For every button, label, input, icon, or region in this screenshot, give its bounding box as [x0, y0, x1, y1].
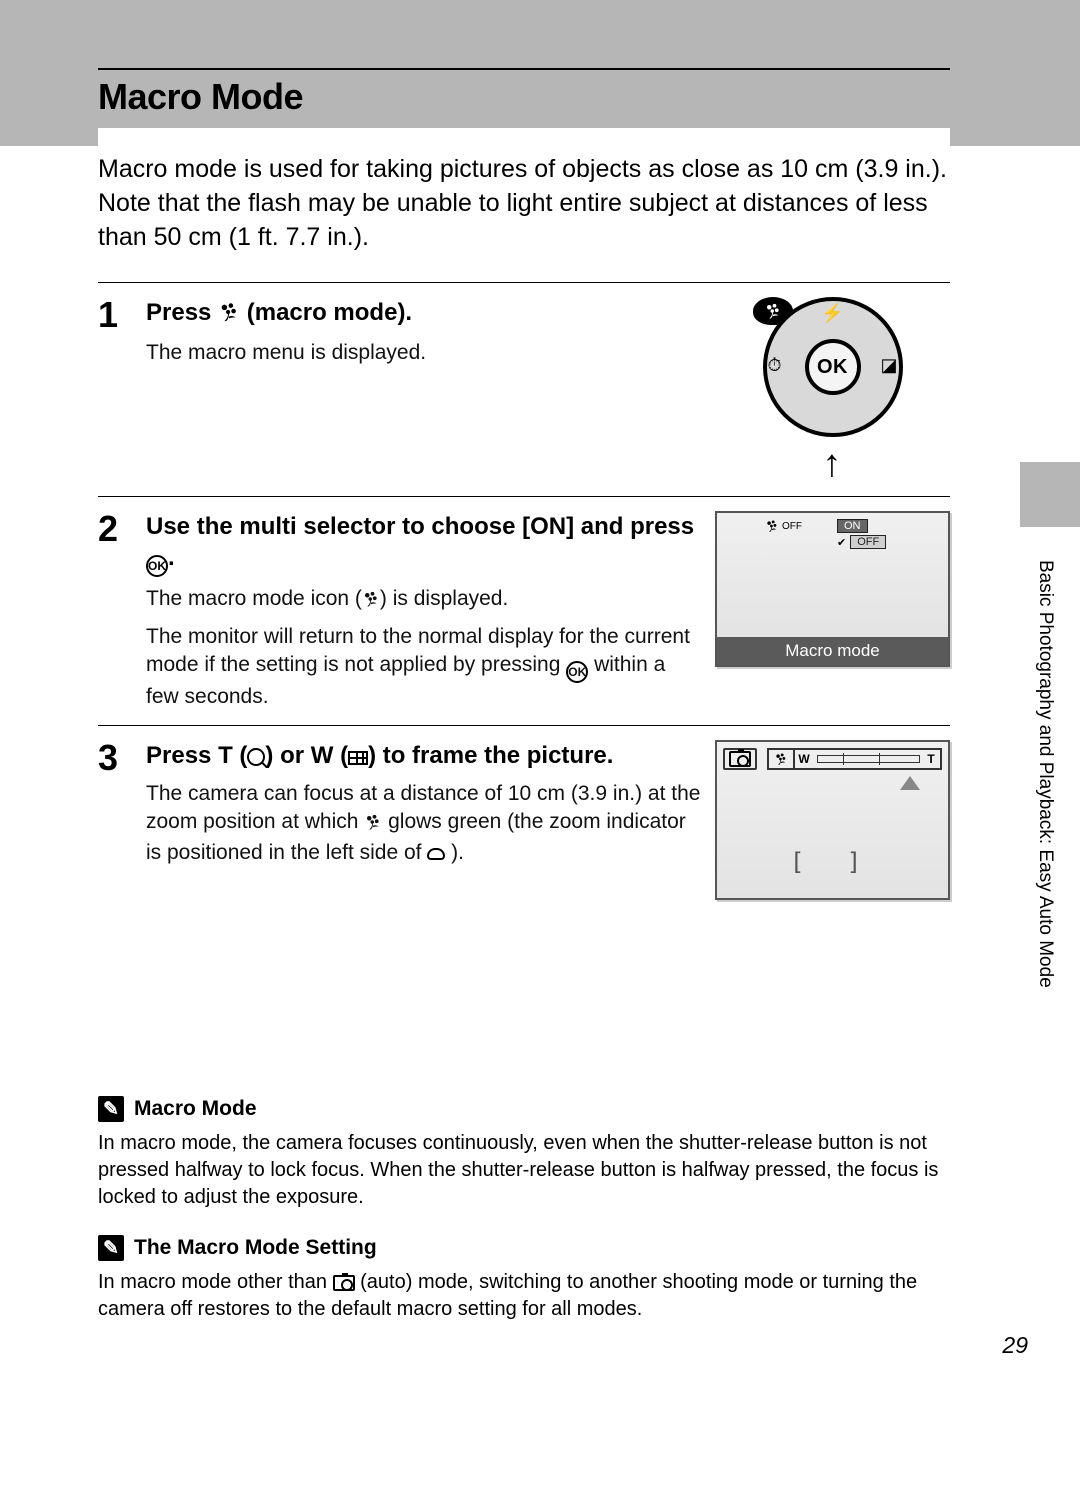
note: ✎ Macro Mode In macro mode, the camera f…: [98, 1096, 950, 1211]
note-body-text: In macro mode other than: [98, 1271, 333, 1293]
step-title: Press (macro mode).: [146, 297, 703, 331]
section-side-label: Basic Photography and Playback: Easy Aut…: [1034, 560, 1056, 988]
camera-icon: [333, 1275, 355, 1291]
macro-off-indicator: OFF: [765, 519, 802, 533]
exposure-comp-icon: ◪: [880, 355, 897, 376]
note-body: In macro mode other than (auto) mode, sw…: [98, 1269, 950, 1323]
step-title-text: (: [340, 742, 348, 769]
pencil-icon: ✎: [98, 1096, 124, 1122]
zoom-threshold-icon: [427, 848, 445, 860]
note-body: In macro mode, the camera focuses contin…: [98, 1130, 950, 1211]
option-on: ON: [837, 519, 868, 533]
step: 1 Press (macro mode). The macro menu is …: [98, 282, 950, 496]
zoom-w-label: W: [795, 752, 813, 766]
step-title-text: Use the multi selector to choose [ON] an…: [146, 513, 694, 540]
step-description: The macro mode icon () is displayed. The…: [146, 585, 703, 711]
zoom-t-label: T: [218, 742, 233, 769]
note-title-text: Macro Mode: [134, 1097, 257, 1121]
section-title-rule: Macro Mode: [98, 68, 950, 128]
lcd-caption: Macro mode: [717, 637, 948, 665]
lcd-panel-macro-menu: OFF ON ✔ OFF Macro mode: [715, 511, 950, 667]
step-body: Press (macro mode). The macro menu is di…: [146, 297, 715, 482]
pencil-icon: ✎: [98, 1235, 124, 1261]
step-body: Press T ( ) or W ( ) to frame the picture.…: [146, 740, 715, 900]
step-title: Press T ( ) or W ( ) to frame the picture.: [146, 740, 703, 771]
zoom-w-label: W: [311, 742, 334, 769]
ok-icon: OK: [146, 555, 168, 577]
step-title-text: Press: [146, 299, 218, 326]
step-title-text: .: [168, 544, 175, 571]
zoom-t-label: T: [924, 752, 938, 766]
page-content: Macro Mode Macro mode is used for taking…: [98, 68, 950, 914]
note-title: ✎ Macro Mode: [98, 1096, 950, 1122]
macro-icon: [218, 300, 240, 331]
thumb-tab: [1020, 462, 1080, 527]
zoom-indicator-bar: W T: [767, 748, 942, 770]
macro-icon: [364, 811, 382, 839]
up-arrow-icon: ↑: [823, 445, 842, 483]
ok-icon: OK: [566, 661, 588, 683]
note: ✎ The Macro Mode Setting In macro mode o…: [98, 1235, 950, 1323]
step-title: Use the multi selector to choose [ON] an…: [146, 511, 703, 577]
notes-section: ✎ Macro Mode In macro mode, the camera f…: [98, 1096, 950, 1347]
thumbnail-icon: [348, 751, 368, 765]
step-body: Use the multi selector to choose [ON] an…: [146, 511, 715, 711]
self-timer-icon: ⏱: [768, 355, 782, 376]
step-title-text: Press: [146, 742, 218, 769]
focus-brackets: [ ]: [717, 848, 948, 876]
lcd-panel-zoom: W T [ ]: [715, 740, 950, 900]
page-number: 29: [1002, 1332, 1028, 1359]
step-title-text: (: [239, 742, 247, 769]
step-desc-line: The camera can focus at a distance of 10…: [146, 780, 703, 868]
multi-selector-dial: ⚡ ⏱ ◪ OK ↑: [753, 297, 913, 482]
step: 3 Press T ( ) or W ( ) to frame the pictur…: [98, 725, 950, 914]
step-figure: OFF ON ✔ OFF Macro mode: [715, 511, 950, 711]
step-description: The camera can focus at a distance of 10…: [146, 780, 703, 868]
macro-icon: [769, 750, 795, 768]
steps-list: 1 Press (macro mode). The macro menu is …: [98, 282, 950, 914]
flash-icon: ⚡: [753, 303, 913, 324]
ok-button: OK: [805, 339, 861, 395]
step-desc-line: The monitor will return to the normal di…: [146, 623, 703, 712]
check-icon: ✔: [837, 536, 846, 549]
step-title-text: ) or: [265, 742, 310, 769]
step-figure: W T [ ]: [715, 740, 950, 900]
option-off: OFF: [850, 535, 886, 549]
step-number: 1: [98, 297, 146, 482]
step-desc-line: The macro menu is displayed.: [146, 339, 703, 367]
section-title: Macro Mode: [98, 76, 950, 118]
intro-paragraph: Macro mode is used for taking pictures o…: [98, 128, 950, 254]
macro-icon: [362, 588, 380, 616]
zoom-track: [817, 755, 920, 763]
step-number: 3: [98, 740, 146, 900]
step-title-text: (macro mode).: [247, 299, 412, 326]
step-desc-line: The macro mode icon () is displayed.: [146, 585, 703, 616]
note-title-text: The Macro Mode Setting: [134, 1236, 377, 1260]
zoom-threshold-icon: [900, 776, 920, 790]
step-number: 2: [98, 511, 146, 711]
step-figure: ⚡ ⏱ ◪ OK ↑: [715, 297, 950, 482]
note-title: ✎ The Macro Mode Setting: [98, 1235, 950, 1261]
step-title-text: ) to frame the picture.: [368, 742, 613, 769]
magnify-icon: [247, 748, 265, 766]
camera-icon: [723, 748, 757, 770]
step-description: The macro menu is displayed.: [146, 339, 703, 367]
step: 2 Use the multi selector to choose [ON] …: [98, 496, 950, 725]
